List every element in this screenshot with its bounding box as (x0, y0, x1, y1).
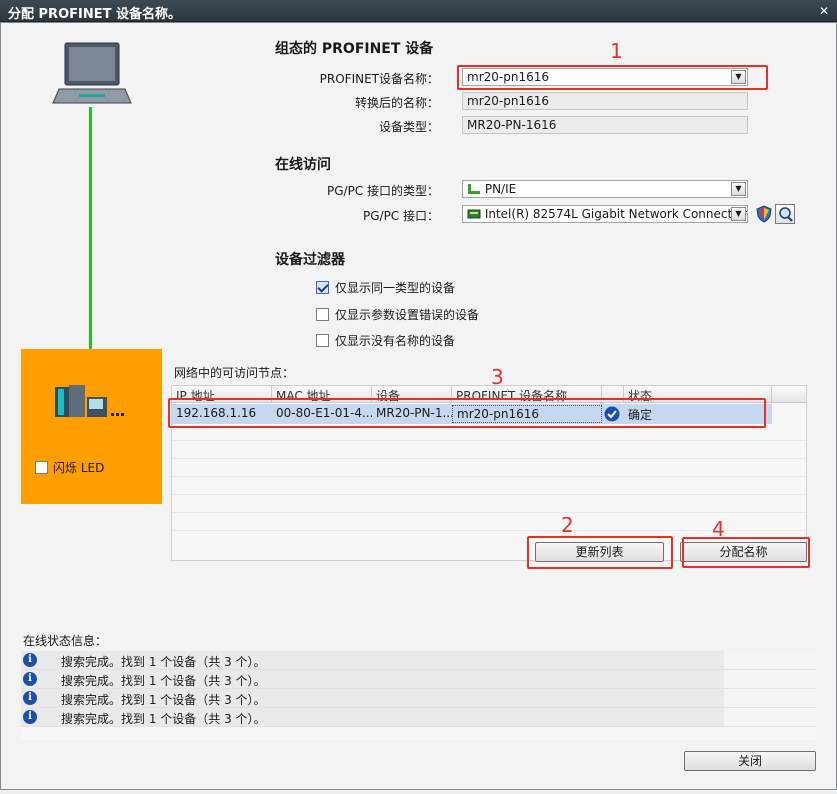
empty-row (172, 478, 806, 495)
annotation-box-3 (168, 398, 766, 428)
window-titlebar: 分配 PROFINET 设备名称。 ✕ (0, 0, 837, 22)
close-window-icon[interactable]: ✕ (815, 3, 833, 19)
status-message: 搜索完成。找到 1 个设备（共 3 个）。 (61, 693, 266, 707)
interface-type-label: PG/PC 接口的类型： (326, 184, 439, 198)
configured-heading: 组态的 PROFINET 设备 (275, 41, 434, 57)
info-icon: i (23, 653, 37, 667)
empty-row (172, 442, 806, 459)
filter-no-name-checkbox[interactable] (316, 334, 329, 347)
status-message: 搜索完成。找到 1 个设备（共 3 个）。 (61, 712, 266, 726)
nodes-caption: 网络中的可访问节点： (174, 366, 295, 380)
filter-no-name-label: 仅显示没有名称的设备 (335, 334, 456, 348)
filter-bad-params-label: 仅显示参数设置错误的设备 (335, 308, 480, 322)
empty-row (172, 460, 806, 477)
device-type-label: 设备类型： (378, 120, 439, 134)
filter-heading: 设备过滤器 (275, 252, 345, 268)
annotation-box-2 (527, 536, 673, 569)
flash-led-label: 闪烁 LED (53, 461, 105, 475)
status-list: i 搜索完成。找到 1 个设备（共 3 个）。 i 搜索完成。找到 1 个设备（… (21, 651, 816, 740)
annotation-box-4 (682, 537, 810, 568)
list-item[interactable]: i 搜索完成。找到 1 个设备（共 3 个）。 (21, 670, 816, 689)
interface-type-dropdown[interactable]: PN/IE ▼ (462, 180, 748, 198)
converted-name-label: 转换后的名称： (354, 96, 439, 110)
row-tail (724, 689, 816, 707)
search-icon (779, 207, 793, 222)
filter-same-type-checkbox[interactable] (316, 281, 329, 294)
flash-led-checkbox[interactable] (35, 461, 48, 474)
pnie-icon (468, 184, 480, 194)
annotation-number-1: 1 (610, 39, 623, 63)
status-list-filler (21, 727, 816, 740)
dialog-body: 闪烁 LED 组态的 PROFINET 设备 PROFINET设备名称： mr2… (0, 22, 837, 790)
filter-bad-params-checkbox[interactable] (316, 308, 329, 321)
window-title: 分配 PROFINET 设备名称。 (8, 7, 181, 22)
network-card-icon (467, 209, 481, 219)
converted-name-field: mr20-pn1616 (462, 92, 748, 110)
annotation-number-3: 3 (491, 365, 504, 389)
annotation-box-1 (457, 65, 768, 90)
empty-row (172, 496, 806, 513)
shield-icon[interactable] (756, 205, 772, 223)
annotation-number-2: 2 (561, 513, 574, 537)
row-tail (724, 670, 816, 688)
interface-properties-button[interactable] (775, 204, 795, 224)
row-tail (724, 651, 816, 669)
interface-label: PG/PC 接口： (362, 209, 439, 223)
col-filler (772, 386, 806, 403)
status-caption: 在线状态信息： (23, 634, 108, 648)
filter-same-type-label: 仅显示同一类型的设备 (335, 281, 456, 295)
row-tail (724, 708, 816, 726)
info-icon: i (23, 672, 37, 686)
device-type-field: MR20-PN-1616 (462, 116, 748, 134)
interface-value: Intel(R) 82574L Gigabit Network Connecti… (484, 207, 748, 221)
info-icon: i (23, 691, 37, 705)
info-icon: i (23, 710, 37, 724)
interface-dropdown[interactable]: Intel(R) 82574L Gigabit Network Connecti… (462, 205, 748, 223)
interface-type-value: PN/IE (484, 182, 517, 196)
chevron-down-icon[interactable]: ▼ (731, 182, 746, 196)
chevron-down-icon[interactable]: ▼ (731, 207, 746, 221)
list-item[interactable]: i 搜索完成。找到 1 个设备（共 3 个）。 (21, 651, 816, 670)
pc-icon (52, 42, 132, 104)
status-message: 搜索完成。找到 1 个设备（共 3 个）。 (61, 655, 266, 669)
list-item[interactable]: i 搜索完成。找到 1 个设备（共 3 个）。 (21, 708, 816, 727)
close-button[interactable]: 关闭 (684, 751, 816, 771)
empty-row (172, 514, 806, 531)
device-panel: 闪烁 LED (21, 349, 162, 504)
device-name-label: PROFINET设备名称： (319, 72, 439, 86)
device-icon (55, 385, 124, 417)
online-heading: 在线访问 (275, 157, 331, 173)
list-item[interactable]: i 搜索完成。找到 1 个设备（共 3 个）。 (21, 689, 816, 708)
status-message: 搜索完成。找到 1 个设备（共 3 个）。 (61, 674, 266, 688)
annotation-number-4: 4 (712, 517, 725, 541)
